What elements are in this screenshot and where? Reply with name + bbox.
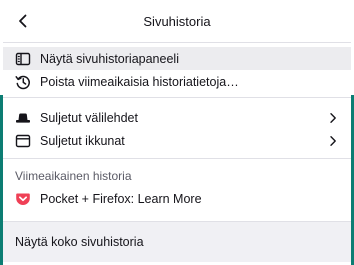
recently-closed-tabs-item[interactable]: Suljetut välilehdet <box>3 106 351 129</box>
show-all-history-label: Näytä koko sivuhistoria <box>15 235 144 249</box>
clear-recent-history-item[interactable]: Poista viimeaikaisia historiatietoja… <box>3 70 351 93</box>
chevron-left-icon <box>19 14 27 28</box>
show-history-sidebar-item[interactable]: Näytä sivuhistoriapaneeli <box>3 47 351 70</box>
menu-group-actions: Näytä sivuhistoriapaneeli Poista viimeai… <box>3 43 351 97</box>
recently-closed-windows-label: Suljetut ikkunat <box>40 133 125 148</box>
show-all-history-button[interactable]: Näytä koko sivuhistoria <box>3 222 351 262</box>
recently-closed-windows-item[interactable]: Suljetut ikkunat <box>3 129 351 152</box>
panel-title: Sivuhistoria <box>143 13 211 29</box>
closed-tabs-icon <box>15 110 31 126</box>
history-entry[interactable]: Pocket + Firefox: Learn More <box>3 187 351 210</box>
chevron-right-icon <box>327 112 339 124</box>
menu-group-closed: Suljetut välilehdet Suljetut ikkunat <box>3 98 351 158</box>
clear-recent-history-label: Poista viimeaikaisia historiatietoja… <box>40 74 239 89</box>
window-icon <box>15 133 31 149</box>
history-entry-label: Pocket + Firefox: Learn More <box>40 191 202 206</box>
history-panel: Sivuhistoria Näytä sivuhistoriapaneeli P… <box>3 0 351 265</box>
pocket-icon <box>15 191 31 207</box>
show-history-sidebar-label: Näytä sivuhistoriapaneeli <box>40 51 179 66</box>
sidebar-icon <box>15 51 31 67</box>
panel-header: Sivuhistoria <box>3 0 351 42</box>
chevron-right-icon <box>327 135 339 147</box>
recent-history-heading: Viimeaikainen historia <box>15 169 132 183</box>
history-icon <box>15 74 31 90</box>
back-button[interactable] <box>9 7 37 35</box>
recently-closed-tabs-label: Suljetut välilehdet <box>40 110 138 125</box>
divider <box>3 158 351 159</box>
